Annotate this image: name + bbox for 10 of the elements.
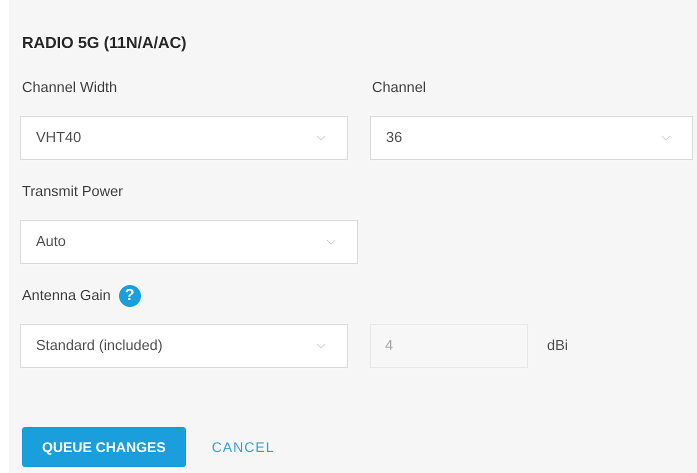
section-title: RADIO 5G (11N/A/AC) <box>22 34 188 54</box>
dropdown[interactable]: Auto <box>20 220 358 264</box>
dropdown[interactable]: VHT40 <box>20 116 348 160</box>
field-label: Transmit Power <box>22 184 123 200</box>
field-label: Antenna Gain <box>22 288 111 304</box>
dropdown[interactable]: 36 <box>370 116 693 160</box>
dropdown[interactable]: Standard (included) <box>20 324 348 368</box>
field-label: Channel Width <box>22 80 118 96</box>
field-label: Channel <box>372 80 426 96</box>
unit-label: dBi <box>547 338 568 354</box>
